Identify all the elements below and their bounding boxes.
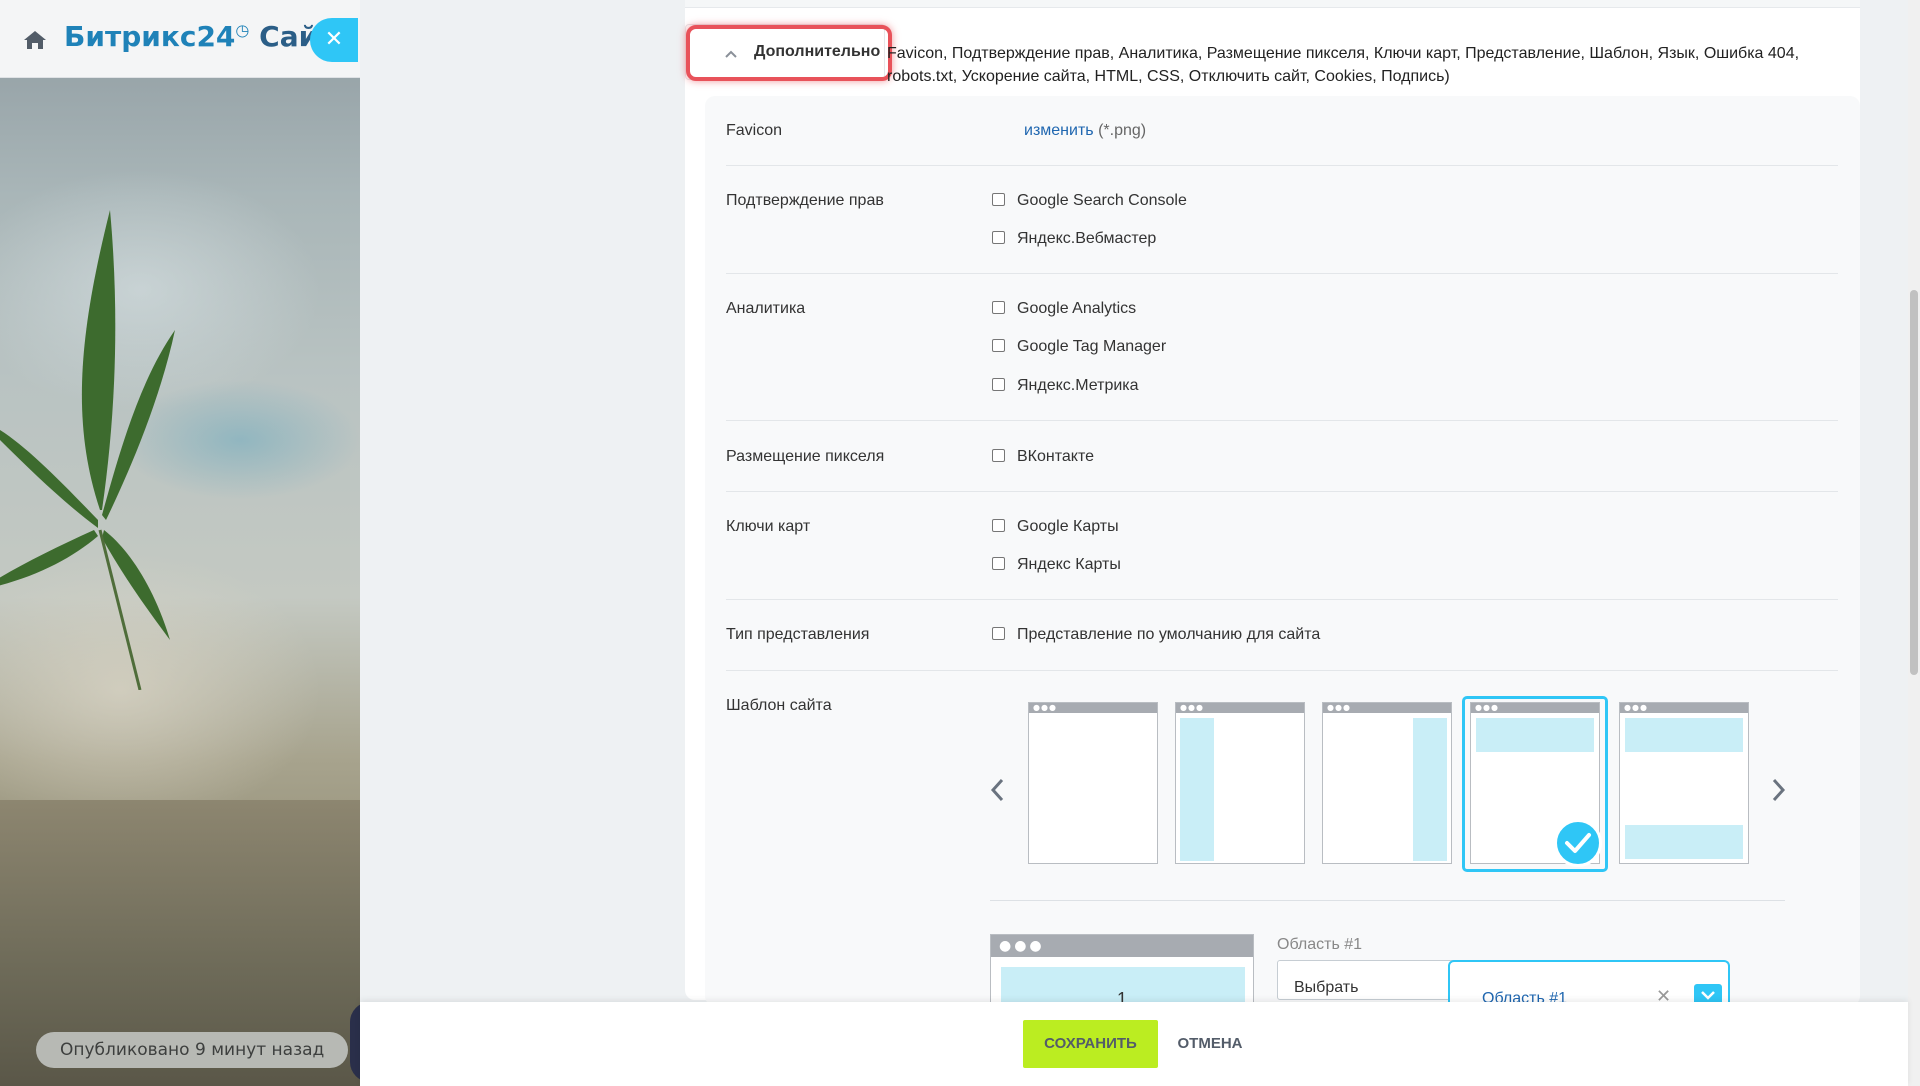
template-window-bar: ●●● xyxy=(1176,703,1304,713)
section-summary: Favicon, Подтверждение прав, Аналитика, … xyxy=(887,45,1800,85)
site-template-label: Шаблон сайта xyxy=(726,697,832,714)
background-site-page: Битрикс24◷ Сайты ✕ Опубликовано 9 минут … xyxy=(0,0,360,1086)
template-option-no-sidebar[interactable]: ●●● xyxy=(1028,702,1158,864)
rights-label: Подтверждение прав xyxy=(726,192,884,209)
checkbox[interactable] xyxy=(992,449,1005,462)
checkbox-vkontakte[interactable]: ВКонтакте xyxy=(992,448,1094,466)
pixel-label: Размещение пикселя xyxy=(726,448,885,465)
option-label: Google Search Console xyxy=(1017,192,1187,209)
chevron-right-icon[interactable] xyxy=(1768,776,1788,804)
checkbox[interactable] xyxy=(992,301,1005,314)
option-label: Google Tag Manager xyxy=(1017,338,1167,355)
template-window-bar: ●●● xyxy=(1323,703,1451,713)
cannabis-leaf-image xyxy=(0,210,175,690)
checkbox[interactable] xyxy=(992,231,1005,244)
analytics-label: Аналитика xyxy=(726,300,806,317)
checkbox-google-tag-manager[interactable]: Google Tag Manager xyxy=(992,338,1166,356)
template-window-bar: ●●● xyxy=(1029,703,1157,713)
floating-widget-button[interactable] xyxy=(350,1002,360,1082)
template-area xyxy=(1413,718,1447,861)
option-label: Яндекс.Метрика xyxy=(1017,377,1139,394)
area-select[interactable]: Выбрать xyxy=(1277,960,1467,1000)
area-label: Область #1 xyxy=(1277,936,1363,953)
scrollbar-thumb[interactable] xyxy=(1910,290,1918,675)
setting-row-rights: Подтверждение прав Google Search Console… xyxy=(726,166,1838,274)
chevron-up-icon xyxy=(725,50,737,58)
checkbox[interactable] xyxy=(992,193,1005,206)
close-icon: ✕ xyxy=(324,27,344,52)
template-divider xyxy=(990,900,1785,901)
clock-icon: ◷ xyxy=(235,20,250,40)
chevron-left-icon[interactable] xyxy=(988,776,1008,804)
view-type-label: Тип представления xyxy=(726,626,870,643)
checkbox-google-maps[interactable]: Google Карты xyxy=(992,518,1119,536)
template-area xyxy=(1625,718,1743,752)
setting-row-map-keys: Ключи карт Google Карты Яндекс Карты xyxy=(726,492,1838,600)
checkbox[interactable] xyxy=(992,519,1005,532)
section-title: Дополнительно xyxy=(754,43,881,60)
checkbox-yandex-maps[interactable]: Яндекс Карты xyxy=(992,556,1121,574)
brand-name: Битрикс24 xyxy=(64,20,236,53)
option-label: Яндекс.Вебмастер xyxy=(1017,230,1157,247)
save-button[interactable]: СОХРАНИТЬ xyxy=(1023,1020,1158,1068)
option-label: Яндекс Карты xyxy=(1017,556,1121,573)
cancel-button[interactable]: ОТМЕНА xyxy=(1170,1020,1250,1068)
option-label: Представление по умолчанию для сайта xyxy=(1017,626,1321,643)
template-area xyxy=(1476,718,1594,752)
checkbox-google-analytics[interactable]: Google Analytics xyxy=(992,300,1136,318)
option-label: Google Analytics xyxy=(1017,300,1137,317)
map-keys-label: Ключи карт xyxy=(726,518,811,535)
checkmark-icon xyxy=(1565,833,1591,853)
checkbox[interactable] xyxy=(992,339,1005,352)
checkbox-default-view[interactable]: Представление по умолчанию для сайта xyxy=(992,626,1320,644)
checkbox[interactable] xyxy=(992,378,1005,391)
selected-check-badge xyxy=(1554,819,1602,867)
template-window-bar: ●●● xyxy=(1471,703,1599,713)
published-status-badge: Опубликовано 9 минут назад xyxy=(36,1032,349,1068)
template-option-header-footer[interactable]: ●●● xyxy=(1619,702,1749,864)
setting-row-pixel: Размещение пикселя ВКонтакте xyxy=(726,421,1838,492)
favicon-extension: (*.png) xyxy=(1098,122,1147,139)
template-option-left-sidebar[interactable]: ●●● xyxy=(1175,702,1305,864)
previous-card-edge xyxy=(685,0,1860,8)
option-label: ВКонтакте xyxy=(1017,448,1094,465)
setting-row-favicon: Favicon изменить (*.png) xyxy=(726,110,1838,166)
setting-row-view-type: Тип представления Представление по умолч… xyxy=(726,600,1838,671)
setting-row-analytics: Аналитика Google Analytics Google Tag Ma… xyxy=(726,274,1838,421)
option-label: Google Карты xyxy=(1017,518,1119,535)
checkbox-google-search-console[interactable]: Google Search Console xyxy=(992,192,1187,210)
preview-window-bar: ●●● xyxy=(991,935,1253,957)
favicon-change-link[interactable]: изменить xyxy=(1024,122,1094,139)
template-window-bar: ●●● xyxy=(1620,703,1748,713)
template-option-right-sidebar[interactable]: ●●● xyxy=(1322,702,1452,864)
additional-section-toggle[interactable]: Дополнительно xyxy=(685,24,885,80)
close-slider-button[interactable]: ✕ xyxy=(310,18,358,62)
home-icon[interactable] xyxy=(22,28,48,52)
area-dropdown[interactable]: Область #1 ✕ xyxy=(1448,960,1730,1007)
checkbox-yandex-metrika[interactable]: Яндекс.Метрика xyxy=(992,377,1139,395)
template-area xyxy=(1625,825,1743,859)
checkbox[interactable] xyxy=(992,557,1005,570)
template-area xyxy=(1180,718,1214,861)
favicon-change: изменить (*.png) xyxy=(1024,122,1146,140)
checkbox[interactable] xyxy=(992,627,1005,640)
checkbox-yandex-webmaster[interactable]: Яндекс.Вебмастер xyxy=(992,230,1156,248)
favicon-label: Favicon xyxy=(726,122,783,139)
area-select-placeholder: Выбрать xyxy=(1294,979,1359,996)
